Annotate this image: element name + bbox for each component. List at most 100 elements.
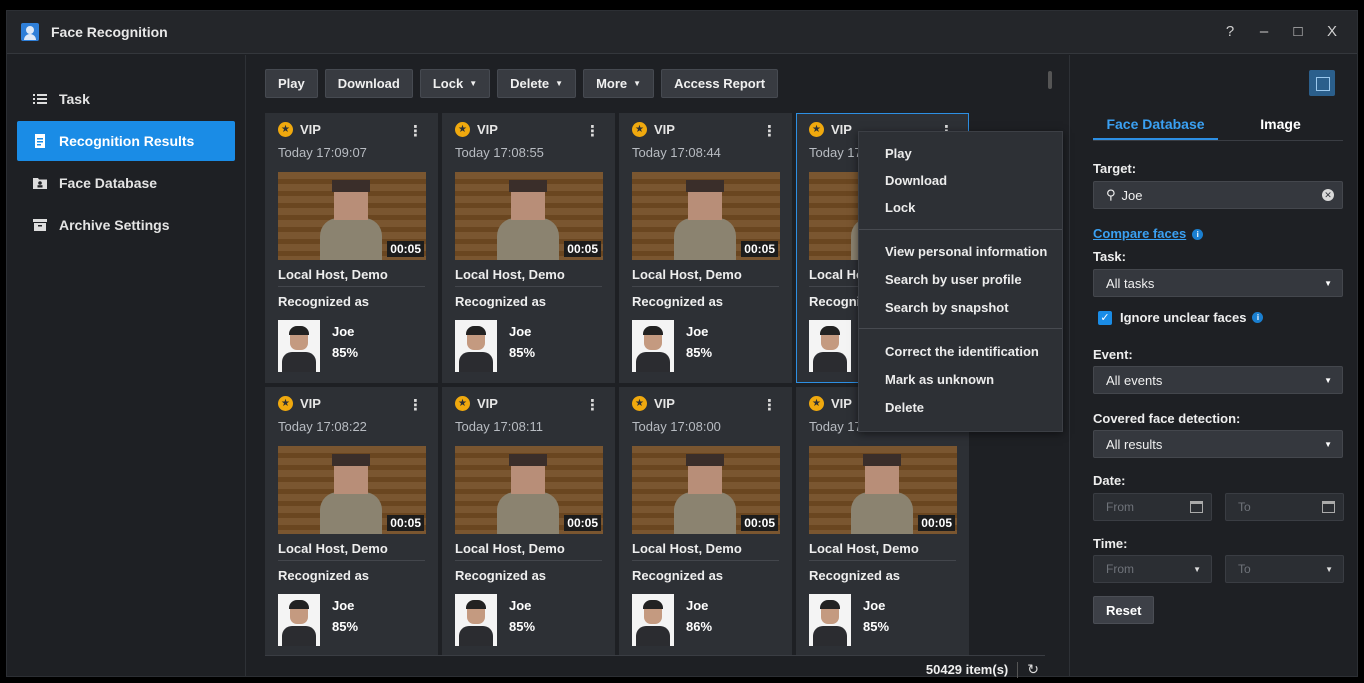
task-select[interactable]: All tasks ▼ bbox=[1093, 269, 1343, 297]
capture-time: Today 17:08:55 bbox=[455, 145, 544, 160]
star-icon: ★ bbox=[809, 396, 824, 411]
recognized-label: Recognized as bbox=[455, 294, 547, 309]
clear-icon[interactable]: ✕ bbox=[1322, 189, 1334, 201]
menu-item-correct-identification[interactable]: Correct the identification bbox=[885, 344, 1039, 359]
matched-name: Joe bbox=[332, 598, 355, 613]
result-card[interactable]: ★ VIP ⋮ Today 17:08:00 00:05 Local Host,… bbox=[619, 387, 792, 655]
item-count: 50429 item(s) bbox=[925, 662, 1009, 677]
clip-duration: 00:05 bbox=[564, 515, 601, 531]
menu-item-view-personal-information[interactable]: View personal information bbox=[885, 244, 1047, 259]
date-to-input[interactable]: To bbox=[1225, 493, 1344, 521]
app-window: Face Recognition ? – □ X Task Recognitio… bbox=[6, 10, 1358, 678]
snapshot-thumbnail[interactable]: 00:05 bbox=[809, 446, 957, 534]
lock-dropdown-button[interactable]: Lock ▼ bbox=[419, 69, 491, 98]
time-from-select[interactable]: From ▼ bbox=[1093, 555, 1212, 583]
reset-button[interactable]: Reset bbox=[1093, 596, 1155, 624]
camera-location: Local Host, Demo bbox=[278, 267, 388, 282]
date-from-input[interactable]: From bbox=[1093, 493, 1212, 521]
target-search-input[interactable]: ⚲ Joe ✕ bbox=[1093, 181, 1343, 209]
more-options-icon[interactable]: ⋮ bbox=[585, 122, 600, 140]
snapshot-thumbnail[interactable]: 00:05 bbox=[455, 446, 603, 534]
panel-toggle-icon[interactable] bbox=[1309, 70, 1335, 96]
sidebar-item-label: Task bbox=[59, 91, 90, 107]
sidebar-item-recognition-results[interactable]: Recognition Results bbox=[17, 121, 235, 161]
recognized-label: Recognized as bbox=[278, 568, 370, 583]
recognized-label: Recognized as bbox=[632, 294, 724, 309]
matched-face-photo bbox=[809, 594, 851, 646]
covered-face-select[interactable]: All results ▼ bbox=[1093, 430, 1343, 458]
menu-item-delete[interactable]: Delete bbox=[885, 400, 924, 415]
more-options-icon[interactable]: ⋮ bbox=[762, 396, 777, 414]
result-card[interactable]: ★ VIP ⋮ Today 17:08:44 00:05 Local Host,… bbox=[619, 113, 792, 383]
sidebar-item-task[interactable]: Task bbox=[17, 79, 235, 119]
target-value: Joe bbox=[1121, 187, 1143, 203]
menu-item-search-by-snapshot[interactable]: Search by snapshot bbox=[885, 300, 1009, 315]
more-options-icon[interactable]: ⋮ bbox=[762, 122, 777, 140]
more-options-icon[interactable]: ⋮ bbox=[408, 396, 423, 414]
tab-face-database[interactable]: Face Database bbox=[1093, 113, 1218, 140]
snapshot-thumbnail[interactable]: 00:05 bbox=[632, 172, 780, 260]
minimize-icon[interactable]: – bbox=[1257, 23, 1271, 41]
info-icon: i bbox=[1192, 229, 1204, 241]
tag-label: VIP bbox=[477, 122, 498, 137]
compare-faces-link[interactable]: Compare faces i bbox=[1093, 226, 1204, 241]
camera-location: Local Host, Demo bbox=[455, 541, 565, 556]
sidebar-item-face-database[interactable]: Face Database bbox=[17, 163, 235, 203]
clip-duration: 00:05 bbox=[741, 241, 778, 257]
clip-duration: 00:05 bbox=[741, 515, 778, 531]
more-options-icon[interactable]: ⋮ bbox=[408, 122, 423, 140]
tab-image[interactable]: Image bbox=[1218, 113, 1343, 140]
calendar-icon bbox=[1322, 501, 1335, 513]
tag-label: VIP bbox=[831, 122, 852, 137]
match-score: 85% bbox=[332, 345, 359, 360]
download-button[interactable]: Download bbox=[324, 69, 413, 98]
close-icon[interactable]: X bbox=[1325, 23, 1339, 41]
access-report-button[interactable]: Access Report bbox=[661, 69, 779, 98]
menu-item-search-by-user-profile[interactable]: Search by user profile bbox=[885, 272, 1022, 287]
capture-time: Today 17:08:44 bbox=[632, 145, 721, 160]
result-card[interactable]: ★ VIP ⋮ Today 17:08:22 00:05 Local Host,… bbox=[265, 387, 438, 655]
snapshot-thumbnail[interactable]: 00:05 bbox=[632, 446, 780, 534]
card-divider bbox=[455, 560, 602, 561]
help-icon[interactable]: ? bbox=[1223, 23, 1237, 41]
card-divider bbox=[809, 560, 956, 561]
tag-label: VIP bbox=[300, 122, 321, 137]
snapshot-thumbnail[interactable]: 00:05 bbox=[278, 446, 426, 534]
time-to-select[interactable]: To ▼ bbox=[1225, 555, 1344, 583]
snapshot-thumbnail[interactable]: 00:05 bbox=[455, 172, 603, 260]
matched-face-photo bbox=[809, 320, 851, 372]
matched-face-photo bbox=[278, 320, 320, 372]
tag-label: VIP bbox=[477, 396, 498, 411]
menu-item-mark-as-unknown[interactable]: Mark as unknown bbox=[885, 372, 994, 387]
result-card[interactable]: ★ VIP ⋮ Today 17:08:11 00:05 Local Host,… bbox=[442, 387, 615, 655]
grid-scrollbar[interactable] bbox=[1048, 71, 1052, 89]
event-select[interactable]: All events ▼ bbox=[1093, 366, 1343, 394]
more-dropdown-button[interactable]: More ▼ bbox=[583, 69, 655, 98]
matched-name: Joe bbox=[686, 324, 709, 339]
snapshot-thumbnail[interactable]: 00:05 bbox=[278, 172, 426, 260]
calendar-icon bbox=[1190, 501, 1203, 513]
result-card[interactable]: ★ VIP ⋮ Today 17:08:55 00:05 Local Host,… bbox=[442, 113, 615, 383]
more-options-icon[interactable]: ⋮ bbox=[585, 396, 600, 414]
camera-location: Local Host, Demo bbox=[455, 267, 565, 282]
delete-dropdown-button[interactable]: Delete ▼ bbox=[497, 69, 577, 98]
menu-item-download[interactable]: Download bbox=[885, 173, 947, 188]
play-button[interactable]: Play bbox=[265, 69, 318, 98]
archive-box-icon bbox=[33, 218, 47, 232]
vip-badge: ★ VIP bbox=[809, 396, 852, 411]
result-card[interactable]: ★ VIP ⋮ Today 17:09:07 00:05 Local Host,… bbox=[265, 113, 438, 383]
tag-label: VIP bbox=[831, 396, 852, 411]
menu-item-lock[interactable]: Lock bbox=[885, 200, 915, 215]
maximize-icon[interactable]: □ bbox=[1291, 23, 1305, 41]
match-score: 85% bbox=[332, 619, 359, 634]
camera-location: Local Host, Demo bbox=[809, 541, 919, 556]
ignore-unclear-checkbox[interactable]: ✓ Ignore unclear faces i bbox=[1098, 310, 1264, 325]
event-value: All events bbox=[1106, 372, 1163, 388]
sidebar-item-label: Recognition Results bbox=[59, 133, 195, 149]
match-score: 85% bbox=[863, 619, 890, 634]
vip-badge: ★ VIP bbox=[632, 122, 675, 137]
menu-item-play[interactable]: Play bbox=[885, 146, 912, 161]
tag-label: VIP bbox=[300, 396, 321, 411]
sidebar-item-archive-settings[interactable]: Archive Settings bbox=[17, 205, 235, 245]
refresh-icon[interactable]: ↻ bbox=[1027, 661, 1039, 678]
